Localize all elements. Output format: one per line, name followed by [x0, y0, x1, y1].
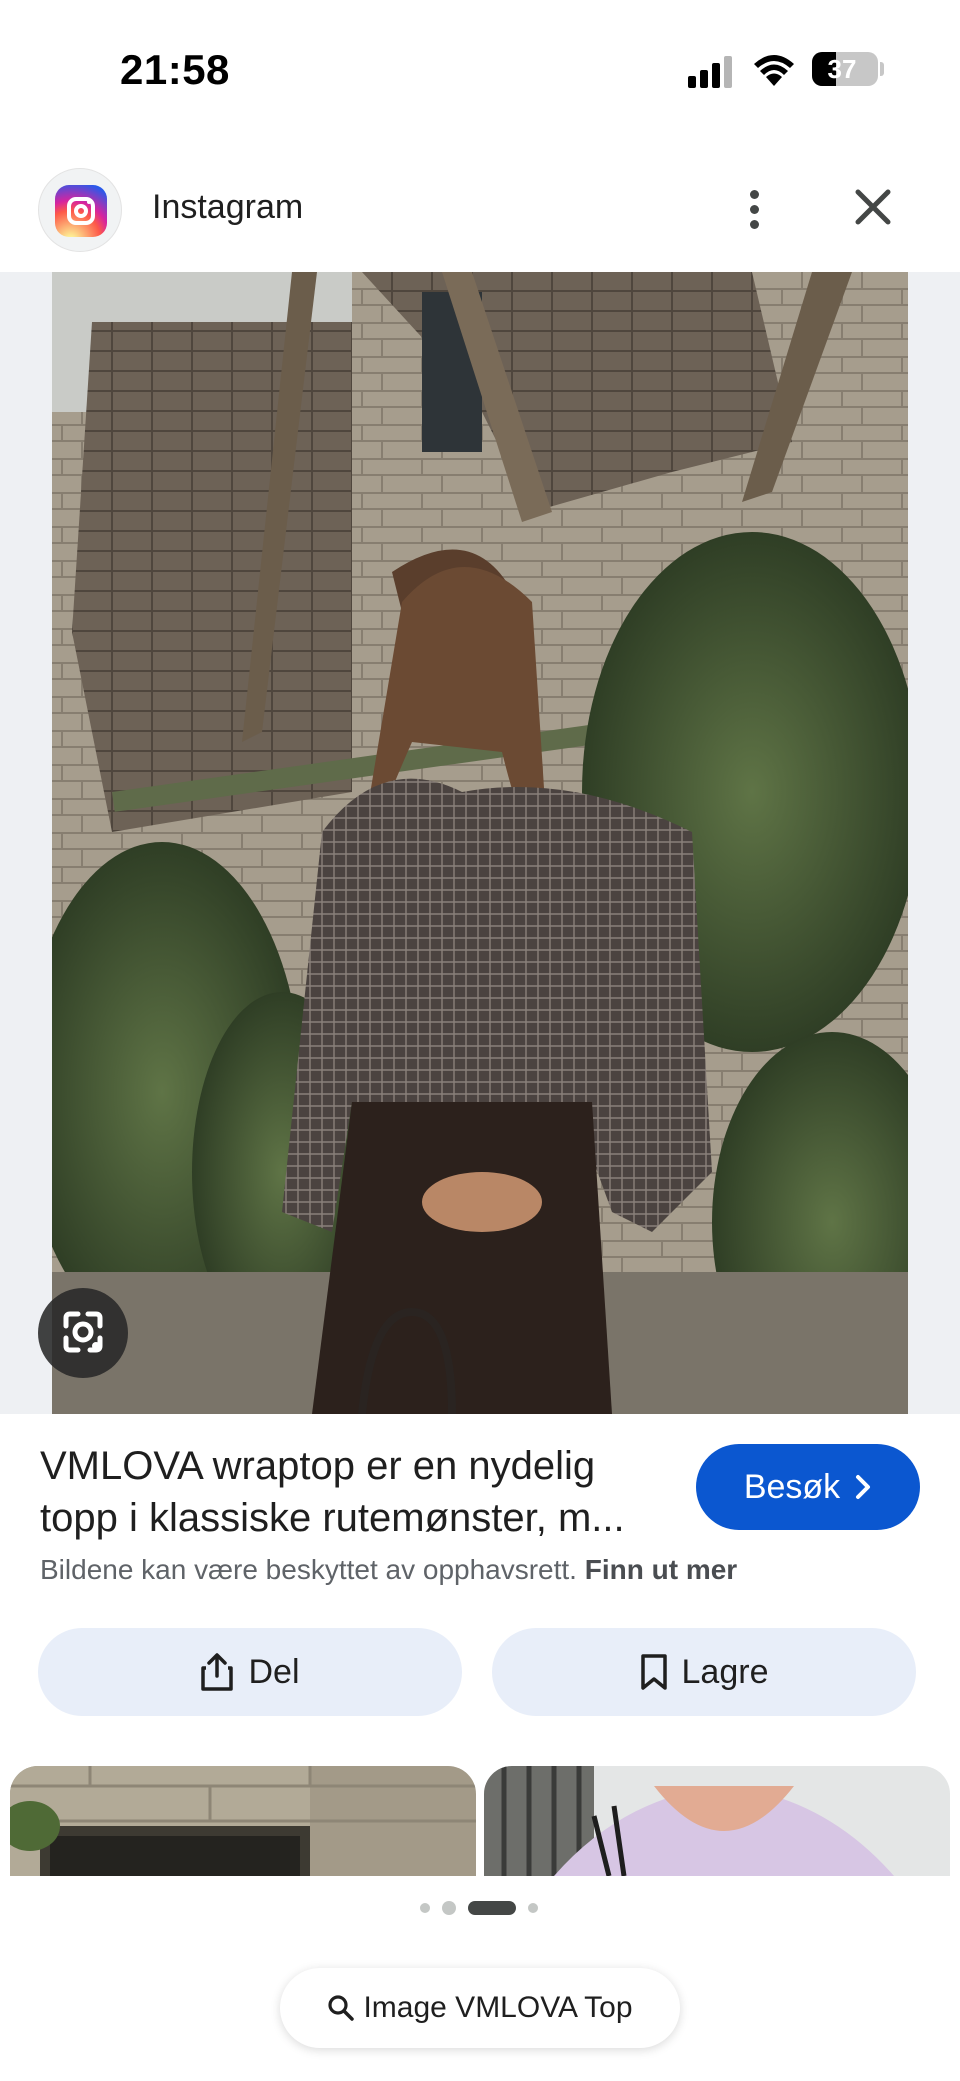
related-image-card[interactable] [484, 1766, 950, 1876]
status-time: 21:58 [120, 46, 230, 93]
battery-nub [880, 62, 884, 76]
learn-more-link[interactable]: Finn ut mer [585, 1554, 737, 1585]
related-results [0, 1766, 960, 1876]
status-bar: 21:58 37 [0, 0, 960, 140]
carousel-pager [420, 1900, 540, 1916]
battery-level: 37 [827, 54, 857, 84]
related-image-card[interactable] [10, 1766, 476, 1876]
share-button[interactable]: Del [38, 1628, 462, 1716]
save-label: Lagre [681, 1652, 769, 1691]
visit-label: Besøk [743, 1467, 841, 1506]
source-name[interactable]: Instagram [152, 188, 303, 227]
bookmark-icon [640, 1654, 667, 1690]
pager-dot [442, 1901, 456, 1915]
search-query-label: Image VMLOVA Top [363, 1991, 633, 2024]
result-title[interactable]: VMLOVA wraptop er en nydelig topp i klas… [40, 1440, 660, 1544]
google-lens-button[interactable] [38, 1288, 128, 1378]
photo-illustration [52, 272, 908, 1414]
visit-button[interactable]: Besøk [696, 1444, 920, 1530]
copyright-text: Bildene kan være beskyttet av opphavsret… [40, 1554, 577, 1585]
source-logo[interactable] [38, 168, 122, 252]
result-image[interactable] [52, 272, 908, 1414]
more-vert-icon [750, 190, 759, 199]
signal-icon [688, 56, 736, 88]
chevron-right-icon [856, 1475, 871, 1499]
pager-dot [528, 1903, 538, 1913]
related-image [484, 1766, 950, 1876]
more-options-button[interactable] [730, 180, 778, 240]
search-icon [328, 1995, 355, 2021]
copyright-notice: Bildene kan være beskyttet av opphavsret… [40, 1554, 737, 1586]
related-image [10, 1766, 476, 1876]
instagram-logo-icon [55, 185, 107, 237]
image-viewer [0, 272, 960, 1414]
pager-dot-active [468, 1901, 516, 1915]
wifi-icon [754, 55, 794, 86]
save-button[interactable]: Lagre [492, 1628, 916, 1716]
battery-indicator: 37 [812, 52, 878, 86]
search-query-pill[interactable]: Image VMLOVA Top [280, 1968, 680, 2048]
share-icon [201, 1653, 234, 1691]
share-label: Del [248, 1652, 300, 1691]
pager-dot [420, 1903, 430, 1913]
lens-icon [63, 1311, 103, 1353]
source-header: Instagram [0, 160, 960, 270]
close-icon[interactable] [848, 182, 898, 232]
